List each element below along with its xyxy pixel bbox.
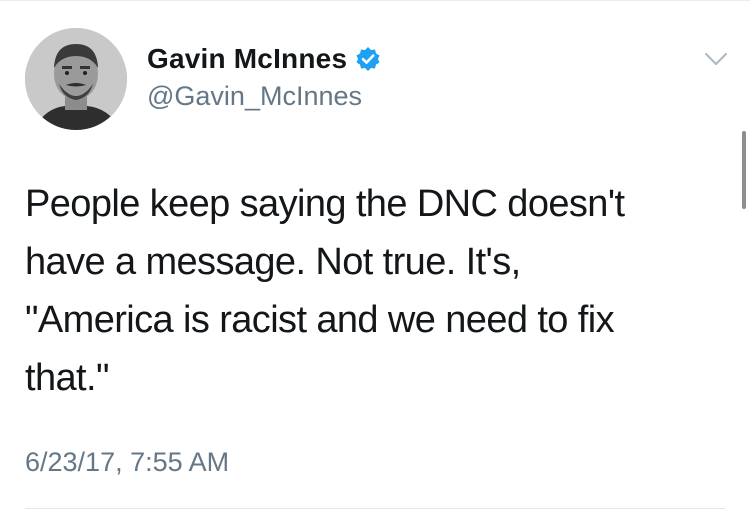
- avatar-photo: [25, 28, 127, 130]
- tweet-text-line: "America is racist and we need to fix: [25, 299, 615, 341]
- tweet-timestamp[interactable]: 6/23/17, 7:55 AM: [25, 447, 229, 478]
- tweet-text-line: have a message. Not true. It's,: [25, 241, 521, 283]
- avatar[interactable]: [25, 28, 127, 130]
- verified-badge-icon: [355, 46, 381, 72]
- divider: [25, 508, 725, 509]
- author-handle[interactable]: @Gavin_McInnes: [147, 81, 362, 112]
- author-display-name[interactable]: Gavin McInnes: [147, 43, 347, 75]
- tweet-card: Gavin McInnes @Gavin_McInnes People keep…: [0, 0, 750, 512]
- tweet-text-line: that.": [25, 357, 109, 399]
- tweet-text-line: People keep saying the DNC doesn't: [25, 183, 625, 225]
- chevron-down-icon[interactable]: [704, 51, 728, 67]
- author-name-row[interactable]: Gavin McInnes: [147, 39, 381, 79]
- tweet-text: People keep saying the DNC doesn't have …: [25, 175, 725, 407]
- scrollbar[interactable]: [742, 131, 746, 209]
